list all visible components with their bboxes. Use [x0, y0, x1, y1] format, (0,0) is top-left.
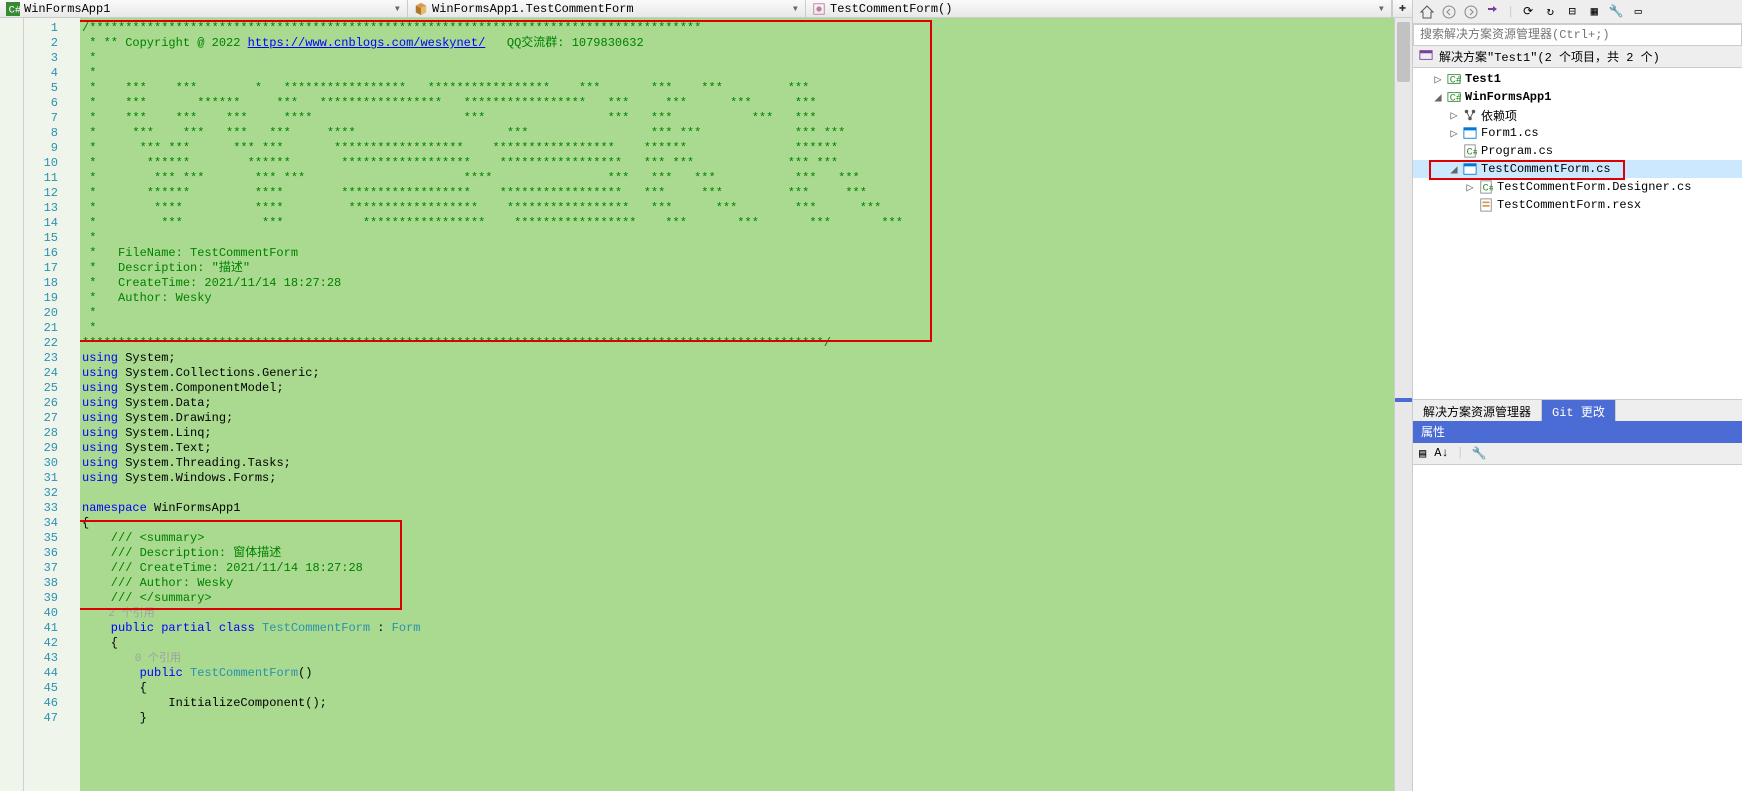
class-icon	[414, 2, 428, 16]
wrench-icon[interactable]: 🔧	[1472, 446, 1487, 461]
expander-icon[interactable]: ◢	[1449, 162, 1459, 177]
solution-root-label: 解决方案"Test1"(2 个项目，共 2 个)	[1439, 48, 1660, 65]
chevron-down-icon: ▾	[394, 1, 401, 16]
tree-item-label: 依赖项	[1481, 107, 1517, 124]
scroll-marker	[1395, 398, 1412, 402]
solution-search-input[interactable]	[1413, 24, 1742, 46]
nav-member-dropdown[interactable]: TestCommentForm() ▾	[806, 0, 1392, 17]
right-pane-tabs: 解决方案资源管理器 Git 更改	[1413, 399, 1742, 421]
tree-item-label: Program.cs	[1481, 144, 1553, 158]
file-icon	[1479, 198, 1493, 212]
code-editor[interactable]: /***************************************…	[80, 18, 1394, 791]
nav-class-dropdown[interactable]: WinFormsApp1.TestCommentForm ▾	[408, 0, 806, 17]
forward-icon[interactable]	[1463, 4, 1479, 20]
method-icon	[812, 2, 826, 16]
svg-text:C#: C#	[1467, 147, 1478, 159]
tree-item[interactable]: ▷ 依赖项	[1413, 106, 1742, 124]
tree-item-label: TestCommentForm.resx	[1497, 198, 1641, 212]
file-icon: C#	[1463, 144, 1477, 158]
solution-tree: ▷C#Test1◢C#WinFormsApp1▷依赖项▷Form1.csC#Pr…	[1413, 68, 1742, 399]
tree-item-label: TestCommentForm.Designer.cs	[1497, 180, 1691, 194]
file-icon: C#	[1479, 180, 1493, 194]
navigation-bar: C# WinFormsApp1 ▾ WinFormsApp1.TestComme…	[0, 0, 1412, 18]
file-icon	[1463, 162, 1477, 176]
tree-item[interactable]: ◢ C# WinFormsApp1	[1413, 88, 1742, 106]
split-button[interactable]: ✚	[1392, 0, 1412, 17]
solution-icon	[1419, 48, 1433, 66]
expander-icon[interactable]: ◢	[1433, 90, 1443, 105]
tree-item-label: TestCommentForm.cs	[1481, 162, 1611, 176]
alphabetical-icon[interactable]: A↓	[1434, 446, 1448, 460]
nav-class-text: WinFormsApp1.TestCommentForm	[432, 2, 634, 16]
scrollbar-thumb[interactable]	[1397, 22, 1410, 82]
solution-root-row[interactable]: 解决方案"Test1"(2 个项目，共 2 个)	[1413, 46, 1742, 68]
chevron-down-icon: ▾	[1378, 1, 1385, 16]
svg-text:C#: C#	[1483, 183, 1494, 195]
csharp-icon: C#	[6, 2, 20, 16]
refresh-icon[interactable]: ↻	[1542, 4, 1558, 20]
tree-item[interactable]: ◢ TestCommentForm.cs	[1413, 160, 1742, 178]
expander-icon[interactable]: ▷	[1449, 126, 1459, 141]
properties-grid[interactable]	[1413, 465, 1742, 791]
tab-solution-explorer[interactable]: 解决方案资源管理器	[1413, 400, 1542, 421]
expander-icon[interactable]: ▷	[1465, 180, 1475, 195]
back-icon[interactable]	[1441, 4, 1457, 20]
categorized-icon[interactable]: ▤	[1419, 446, 1426, 461]
svg-text:C#: C#	[1450, 93, 1461, 105]
properties-toolbar: ▤ A↓ | 🔧	[1413, 443, 1742, 465]
file-icon: C#	[1447, 90, 1461, 104]
tree-item[interactable]: ▷ C#TestCommentForm.Designer.cs	[1413, 178, 1742, 196]
tree-item[interactable]: ▷ C# Test1	[1413, 70, 1742, 88]
outline-margin	[66, 18, 80, 791]
tree-item-label: Test1	[1465, 72, 1501, 86]
expander-icon[interactable]: ▷	[1433, 72, 1443, 87]
line-number-gutter: 1234567891011121314151617181920212223242…	[24, 18, 66, 791]
tree-item[interactable]: TestCommentForm.resx	[1413, 196, 1742, 214]
file-icon: C#	[1447, 72, 1461, 86]
tree-item[interactable]: ▷ Form1.cs	[1413, 124, 1742, 142]
expander-icon[interactable]: ▷	[1449, 108, 1459, 123]
indicator-margin	[0, 18, 24, 791]
home-icon[interactable]	[1419, 4, 1435, 20]
nav-scope-dropdown[interactable]: C# WinFormsApp1 ▾	[0, 0, 408, 17]
nav-scope-text: WinFormsApp1	[24, 2, 110, 16]
collapse-icon[interactable]: ⊟	[1564, 4, 1580, 20]
file-icon	[1463, 126, 1477, 140]
properties-header: 属性	[1413, 421, 1742, 443]
solution-explorer-pane: | ⟳ ↻ ⊟ ▦ 🔧 ▭ 解决方案"Test1"(2 个项目，共 2 个) ▷…	[1412, 0, 1742, 791]
nav-member-text: TestCommentForm()	[830, 2, 952, 16]
sync-icon[interactable]	[1485, 4, 1501, 20]
tree-item[interactable]: C#Program.cs	[1413, 142, 1742, 160]
svg-text:C#: C#	[9, 4, 20, 16]
svg-text:C#: C#	[1450, 75, 1461, 87]
vertical-scrollbar[interactable]	[1394, 18, 1412, 791]
showall-icon[interactable]: ▦	[1586, 4, 1602, 20]
editor-pane: C# WinFormsApp1 ▾ WinFormsApp1.TestComme…	[0, 0, 1412, 791]
solution-toolbar: | ⟳ ↻ ⊟ ▦ 🔧 ▭	[1413, 0, 1742, 24]
tree-item-label: WinFormsApp1	[1465, 90, 1551, 104]
tab-git-changes[interactable]: Git 更改	[1542, 400, 1616, 421]
preview-icon[interactable]: ▭	[1630, 4, 1646, 20]
tree-item-label: Form1.cs	[1481, 126, 1539, 140]
properties-icon[interactable]: 🔧	[1608, 4, 1624, 20]
file-icon	[1463, 108, 1477, 122]
chevron-down-icon: ▾	[792, 1, 799, 16]
tool-icon[interactable]: ⟳	[1520, 4, 1536, 20]
